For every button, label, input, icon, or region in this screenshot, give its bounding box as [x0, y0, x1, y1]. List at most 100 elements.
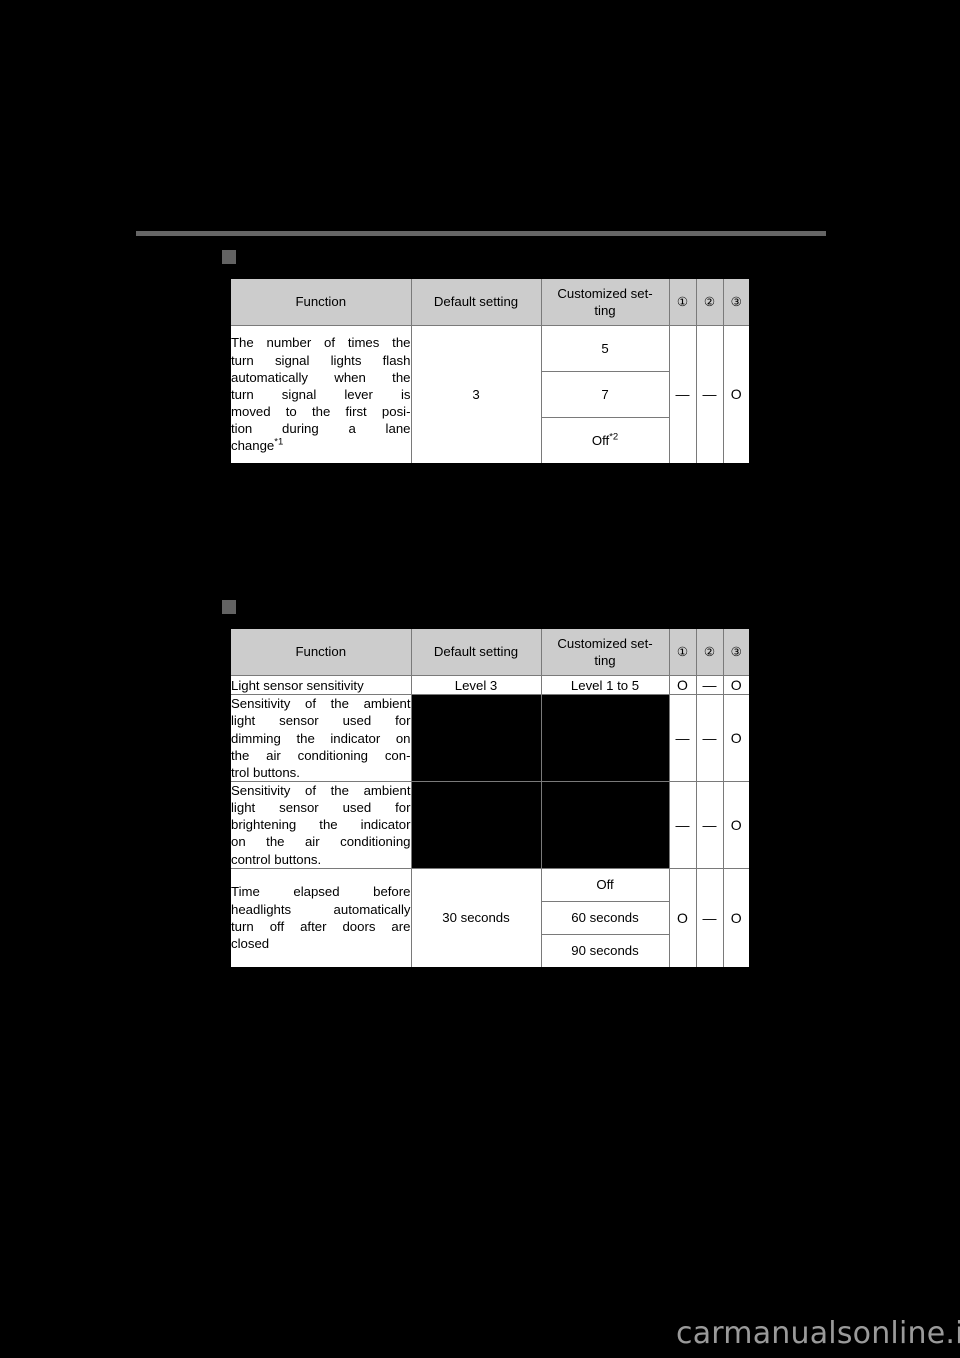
function-line: the air conditioning con- [231, 747, 411, 763]
function-line: tion during a lane [231, 421, 411, 437]
table-row: Sensitivity of the ambient light sensor … [229, 780, 751, 869]
column-header-mark-3: ③ [722, 277, 751, 326]
footnote-marker: *1 [274, 437, 284, 448]
mark-2-cell: — [695, 867, 724, 969]
function-line: Light sensor sensitivity [231, 677, 364, 693]
column-header-mark-2: ② [695, 277, 724, 326]
customized-option: 7 [541, 371, 669, 418]
column-header-default-setting: Default setting [410, 277, 542, 326]
section-bullet-marker-2 [222, 600, 236, 614]
mark-3-cell: O [722, 325, 751, 465]
mark-1-cell: O [668, 674, 697, 696]
customized-setting-cell: 5 7 Off*2 [540, 325, 670, 465]
customized-option: Off*2 [541, 417, 669, 463]
customized-options-list: 5 7 Off*2 [541, 326, 669, 463]
function-description-cell: Time elapsed before headlights automatic… [229, 867, 412, 969]
column-header-customized-setting: Customized set-ting [540, 277, 670, 326]
column-header-function: Function [229, 627, 412, 676]
mark-2-cell: — [695, 674, 724, 696]
redacted-customized-setting-cell [540, 780, 670, 869]
function-line: turn signal lever is [231, 386, 411, 402]
mark-2-cell: — [695, 780, 724, 869]
function-line-text: change [231, 438, 275, 454]
mark-3-cell: O [722, 867, 751, 969]
mark-2-cell: — [695, 325, 724, 465]
table-header-row: Function Default setting Customized set-… [229, 277, 751, 326]
circled-number-1-icon: ① [676, 645, 689, 660]
document-page: Function Default setting Customized set-… [0, 0, 960, 1358]
function-description-cell: Sensitivity of the ambient light sensor … [229, 780, 412, 869]
customized-setting-line1: Customized set- [557, 285, 653, 301]
mark-2-cell: — [695, 694, 724, 782]
function-line: on the air conditioning [231, 834, 411, 850]
function-line: moved to the first posi- [231, 404, 411, 420]
column-header-function: Function [229, 277, 412, 326]
light-sensor-customization-table: Function Default setting Customized set-… [229, 627, 751, 969]
function-line: brightening the indicator [231, 817, 411, 833]
function-line: headlights automatically [231, 901, 411, 917]
function-line: closed [231, 935, 270, 951]
turn-signal-customization-table: Function Default setting Customized set-… [229, 277, 751, 465]
customized-setting-cell: Off 60 seconds 90 seconds [540, 867, 670, 969]
mark-1-cell: — [668, 694, 697, 782]
section-bullet-marker-1 [222, 250, 236, 264]
circled-number-3-icon: ③ [730, 645, 742, 660]
mark-3-cell: O [722, 674, 751, 696]
customized-setting-line2: ting [594, 303, 616, 318]
mark-3-cell: O [722, 694, 751, 782]
customized-setting-line1: Customized set- [557, 635, 653, 651]
redacted-customized-setting-cell [540, 694, 670, 782]
column-header-mark-3: ③ [722, 627, 751, 676]
function-description-cell: Sensitivity of the ambient light sensor … [229, 694, 412, 782]
function-line: automatically when the [231, 369, 411, 385]
redacted-default-setting-cell [410, 780, 542, 869]
function-line: turn signal lights flash [231, 352, 411, 368]
customized-options-list: Off 60 seconds 90 seconds [541, 869, 669, 967]
function-description-cell: Light sensor sensitivity [229, 674, 412, 696]
table-header-row: Function Default setting Customized set-… [229, 627, 751, 676]
column-header-default-setting: Default setting [410, 627, 542, 676]
function-line: Sensitivity of the ambient [231, 696, 411, 712]
table-row: Sensitivity of the ambient light sensor … [229, 694, 751, 782]
table-row: The number of times the turn signal ligh… [229, 325, 751, 465]
function-line: The number of times the [231, 335, 411, 351]
function-line: turn off after doors are [231, 918, 411, 934]
footnote-marker: *2 [609, 431, 619, 443]
customized-setting-line2: ting [594, 653, 616, 668]
function-description-cell: The number of times the turn signal ligh… [229, 325, 412, 465]
circled-number-1-icon: ① [676, 295, 689, 310]
default-setting-cell: 3 [410, 325, 542, 465]
mark-1-cell: — [668, 780, 697, 869]
function-line: control buttons. [231, 851, 322, 867]
customized-option: 60 seconds [541, 900, 669, 935]
function-line: light sensor used for [231, 800, 411, 816]
redacted-default-setting-cell [410, 694, 542, 782]
function-line: trol buttons. [231, 764, 300, 780]
function-line: light sensor used for [231, 713, 411, 729]
customized-setting-cell: Level 1 to 5 [540, 674, 670, 696]
mark-1-cell: O [668, 867, 697, 969]
circled-number-3-icon: ③ [730, 295, 742, 310]
function-line: Time elapsed before [231, 884, 411, 900]
table-row: Light sensor sensitivity Level 3 Level 1… [229, 674, 751, 696]
site-watermark: carmanualsonline.info [676, 1316, 960, 1351]
column-header-mark-1: ① [668, 627, 697, 676]
customized-option-text: Off [591, 432, 610, 448]
customized-option: 90 seconds [541, 933, 669, 967]
function-line: dimming the indicator on [231, 730, 411, 746]
default-setting-cell: Level 3 [410, 674, 542, 696]
customized-option: Off [596, 877, 614, 893]
header-rule [136, 231, 826, 236]
column-header-customized-setting: Customized set-ting [540, 627, 670, 676]
function-line: Sensitivity of the ambient [231, 782, 411, 798]
circled-number-2-icon: ② [703, 295, 716, 310]
customized-option: 5 [601, 340, 609, 356]
column-header-mark-1: ① [668, 277, 697, 326]
circled-number-2-icon: ② [703, 645, 716, 660]
mark-1-cell: — [668, 325, 697, 465]
column-header-mark-2: ② [695, 627, 724, 676]
table-row: Time elapsed before headlights automatic… [229, 867, 751, 969]
mark-3-cell: O [722, 780, 751, 869]
function-line-last: change*1 [231, 437, 411, 454]
default-setting-cell: 30 seconds [410, 867, 542, 969]
